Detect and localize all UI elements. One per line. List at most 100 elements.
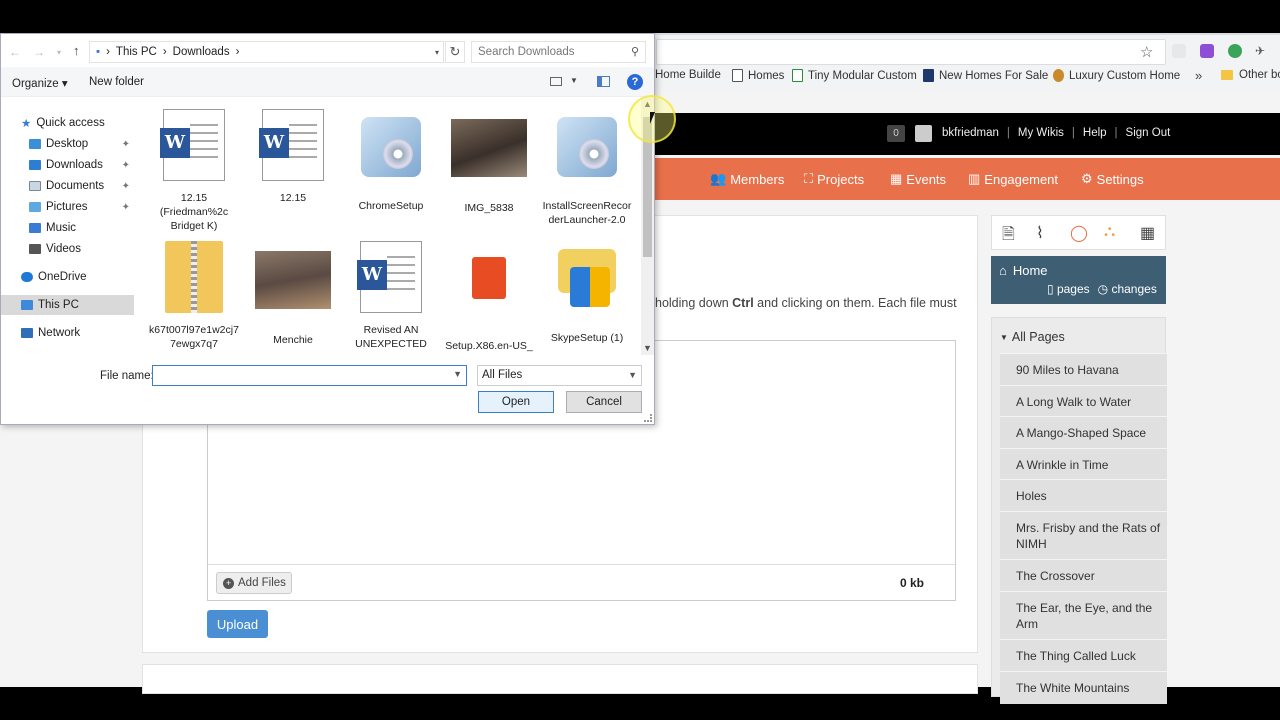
pin-icon: ✦ — [121, 180, 130, 192]
file-item[interactable]: W Revised AN UNEXPECTED HOUSE — [346, 241, 436, 352]
comment-icon[interactable]: ◯ — [1070, 223, 1088, 243]
more-bookmarks-button[interactable]: » — [1195, 68, 1202, 83]
nav-network[interactable]: Network — [1, 323, 134, 343]
page-link[interactable]: The Thing Called Luck — [1000, 639, 1167, 672]
page-link[interactable]: A Wrinkle in Time — [1000, 448, 1167, 481]
all-pages-toggle[interactable]: ▼ All Pages — [1000, 330, 1065, 344]
bookmark-star-icon[interactable]: ☆ — [1140, 43, 1153, 61]
nav-documents[interactable]: Documents ✦ — [1, 176, 134, 196]
bookmark-item[interactable]: Homes — [732, 69, 784, 82]
page-link[interactable]: Mrs. Frisby and the Rats of NIMH — [1000, 511, 1167, 560]
nav-settings[interactable]: ⚙ Settings — [1081, 171, 1144, 187]
file-item[interactable]: W 12.15 — [248, 109, 338, 205]
file-item[interactable]: Menchie — [248, 241, 338, 347]
bookmark-item[interactable]: Home Builde — [655, 69, 721, 81]
page-link[interactable]: The Crossover — [1000, 559, 1167, 592]
photo-thumbnail — [255, 251, 331, 327]
page-icon — [732, 69, 743, 82]
nav-projects[interactable]: ⛶ Projects — [804, 171, 864, 187]
chevron-down-icon[interactable]: ▼ — [570, 76, 578, 85]
avatar[interactable] — [915, 125, 932, 142]
breadcrumb[interactable]: ▪ › This PC › Downloads › ▾ — [89, 41, 444, 63]
forward-arrow-icon[interactable]: → — [33, 45, 45, 59]
organize-button[interactable]: Organize ▾ — [12, 76, 68, 90]
nav-quick-access[interactable]: ★ Quick access — [1, 113, 134, 133]
page-link[interactable]: The Ear, the Eye, and the Arm — [1000, 591, 1167, 640]
scroll-down-icon[interactable]: ▼ — [643, 343, 652, 353]
breadcrumb-item[interactable]: Downloads — [173, 46, 230, 58]
nav-videos[interactable]: Videos — [1, 239, 134, 259]
upload-button[interactable]: Upload — [207, 610, 268, 638]
cancel-button[interactable]: Cancel — [566, 391, 642, 413]
nav-label: This PC — [38, 299, 79, 311]
nav-this-pc[interactable]: This PC — [1, 295, 134, 315]
nav-pictures[interactable]: Pictures ✦ — [1, 197, 134, 217]
add-files-button[interactable]: + Add Files — [216, 572, 292, 594]
nav-onedrive[interactable]: OneDrive — [1, 267, 134, 287]
nav-events[interactable]: ▦ Events — [890, 171, 946, 187]
file-item[interactable]: W 12.15 (Friedman%2c Bridget K) — [149, 109, 239, 233]
page-link[interactable]: A Long Walk to Water — [1000, 385, 1167, 418]
file-open-dialog: ← → ▾ ↑ ▪ › This PC › Downloads › ▾ ↻ Se… — [0, 33, 655, 425]
nav-members[interactable]: 👥 Members — [710, 171, 784, 187]
extension-icon[interactable] — [1228, 44, 1242, 58]
page-link[interactable]: Holes — [1000, 479, 1167, 512]
calendar-icon[interactable]: ▦ — [1140, 223, 1155, 243]
extension-icon[interactable] — [1172, 44, 1186, 58]
address-bar[interactable] — [656, 39, 1166, 65]
bookmark-item[interactable]: Luxury Custom Home — [1053, 69, 1180, 82]
home-link[interactable]: ⌂ Home — [999, 263, 1048, 278]
recent-locations-icon[interactable]: ▾ — [57, 48, 61, 57]
sign-out-link[interactable]: Sign Out — [1126, 127, 1171, 139]
resize-grip[interactable] — [644, 414, 652, 422]
changes-link[interactable]: ◷ changes — [1098, 282, 1157, 296]
nav-music[interactable]: Music — [1, 218, 134, 238]
paperclip-icon[interactable]: ⌇ — [1036, 223, 1044, 243]
nav-engagement[interactable]: ▥ Engagement — [968, 171, 1058, 187]
nav-desktop[interactable]: Desktop ✦ — [1, 134, 134, 154]
other-bookmarks-label: Other bo — [1239, 69, 1280, 81]
home-logo-icon — [1053, 69, 1064, 82]
file-item[interactable]: Setup.X86.en-US_HomeStudentRetail_09ece4… — [444, 241, 534, 352]
my-wikis-link[interactable]: My Wikis — [1018, 127, 1064, 139]
bookmark-item[interactable]: Tiny Modular Custom — [792, 69, 917, 82]
file-item[interactable]: ChromeSetup — [346, 109, 436, 213]
username-link[interactable]: bkfriedman — [942, 127, 999, 139]
help-icon[interactable]: ? — [627, 74, 643, 90]
chevron-down-icon[interactable]: ▾ — [435, 48, 439, 57]
refresh-icon[interactable]: ↻ — [445, 41, 465, 63]
bookmark-item[interactable]: New Homes For Sale — [923, 69, 1048, 82]
view-options-icon[interactable] — [550, 77, 562, 86]
hierarchy-icon[interactable]: ⛬ — [1104, 223, 1115, 241]
back-arrow-icon[interactable]: ← — [9, 45, 21, 59]
file-item[interactable]: k67t007l97e1w2cj77ewgx7q7 — [149, 241, 239, 351]
breadcrumb-sep: › — [162, 46, 167, 58]
other-bookmarks[interactable]: Other bo — [1221, 69, 1280, 81]
search-input[interactable]: Search Downloads ⚲ — [471, 41, 646, 63]
rocket-icon[interactable]: ✈ — [1255, 44, 1269, 58]
open-button[interactable]: Open — [478, 391, 554, 413]
help-link[interactable]: Help — [1083, 127, 1107, 139]
file-name-input[interactable]: ▼ — [152, 365, 467, 386]
file-name-label: File name: — [100, 370, 154, 382]
document-icon[interactable]: 🗎 — [1002, 223, 1015, 250]
new-folder-button[interactable]: New folder — [89, 76, 144, 88]
breadcrumb-item[interactable]: This PC — [116, 46, 157, 58]
notification-count[interactable]: 0 — [887, 125, 905, 142]
chevron-down-icon[interactable]: ▼ — [453, 369, 462, 379]
file-name: 12.15 (Friedman%2c Bridget K) — [159, 192, 229, 232]
file-item[interactable]: IMG_5838 — [444, 109, 534, 215]
nav-downloads[interactable]: Downloads ✦ — [1, 155, 134, 175]
file-item[interactable]: SkypeSetup (1) — [542, 241, 632, 345]
separator: | — [1006, 127, 1010, 139]
page-link[interactable]: A Mango-Shaped Space — [1000, 416, 1167, 449]
file-type-select[interactable]: All Files ▼ — [477, 365, 642, 386]
extension-icon[interactable] — [1200, 44, 1214, 58]
preview-pane-icon[interactable] — [597, 76, 610, 87]
page-link[interactable]: 90 Miles to Havana — [1000, 353, 1167, 386]
page-link[interactable]: The White Mountains — [1000, 671, 1167, 704]
file-name: 12.15 — [279, 192, 307, 204]
file-item[interactable]: InstallScreenRecorderLauncher-2.0 — [542, 109, 632, 227]
pages-link[interactable]: ▯ pages — [1047, 282, 1090, 296]
up-arrow-icon[interactable]: ↑ — [73, 43, 80, 58]
